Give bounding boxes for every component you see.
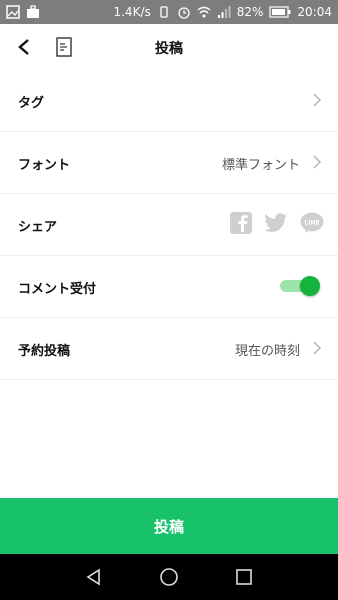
schedule-label: 予約投稿 [18, 344, 71, 359]
battery-icon [269, 6, 291, 18]
chevron-right-icon [313, 155, 322, 169]
share-icons: LINE [230, 212, 324, 234]
share-row: シェア LINE [0, 194, 338, 256]
nav-recents-icon[interactable] [234, 567, 254, 587]
toggle-knob [300, 276, 320, 296]
tag-row[interactable]: タグ [0, 70, 338, 132]
briefcase-icon [27, 5, 39, 18]
schedule-value: 現在の時刻 [234, 344, 300, 359]
twitter-icon[interactable] [264, 213, 288, 233]
image-icon [6, 5, 20, 19]
battery-percent: 82% [236, 5, 264, 19]
network-speed: 1.4K/s [113, 5, 151, 19]
wifi-icon [197, 6, 211, 18]
font-row[interactable]: フォント 標準フォント [0, 132, 338, 194]
header: 投稿 [0, 24, 338, 71]
comment-label: コメント受付 [18, 282, 97, 297]
chevron-right-icon [313, 93, 322, 107]
clock: 20:04 [297, 5, 332, 19]
nav-home-icon[interactable] [159, 567, 179, 587]
page-title: 投稿 [155, 41, 183, 57]
font-label: フォント [18, 158, 71, 173]
alarm-icon [178, 7, 190, 19]
chevron-right-icon [313, 341, 322, 355]
post-button[interactable]: 投稿 [0, 498, 338, 554]
facebook-icon[interactable] [230, 212, 252, 234]
comment-row: コメント受付 [0, 256, 338, 318]
line-icon[interactable]: LINE [300, 212, 324, 234]
status-bar: 1.4K/s 82% 20:04 [0, 0, 338, 24]
android-navbar [0, 554, 338, 600]
vibrate-icon [160, 6, 168, 18]
schedule-row[interactable]: 予約投稿 現在の時刻 [0, 318, 338, 380]
font-value: 標準フォント [221, 158, 300, 173]
svg-text:LINE: LINE [304, 220, 319, 227]
nav-back-icon[interactable] [84, 567, 104, 587]
tag-label: タグ [18, 96, 45, 111]
comment-toggle[interactable] [280, 276, 320, 296]
signal-icon [217, 6, 231, 18]
share-label: シェア [18, 220, 58, 235]
